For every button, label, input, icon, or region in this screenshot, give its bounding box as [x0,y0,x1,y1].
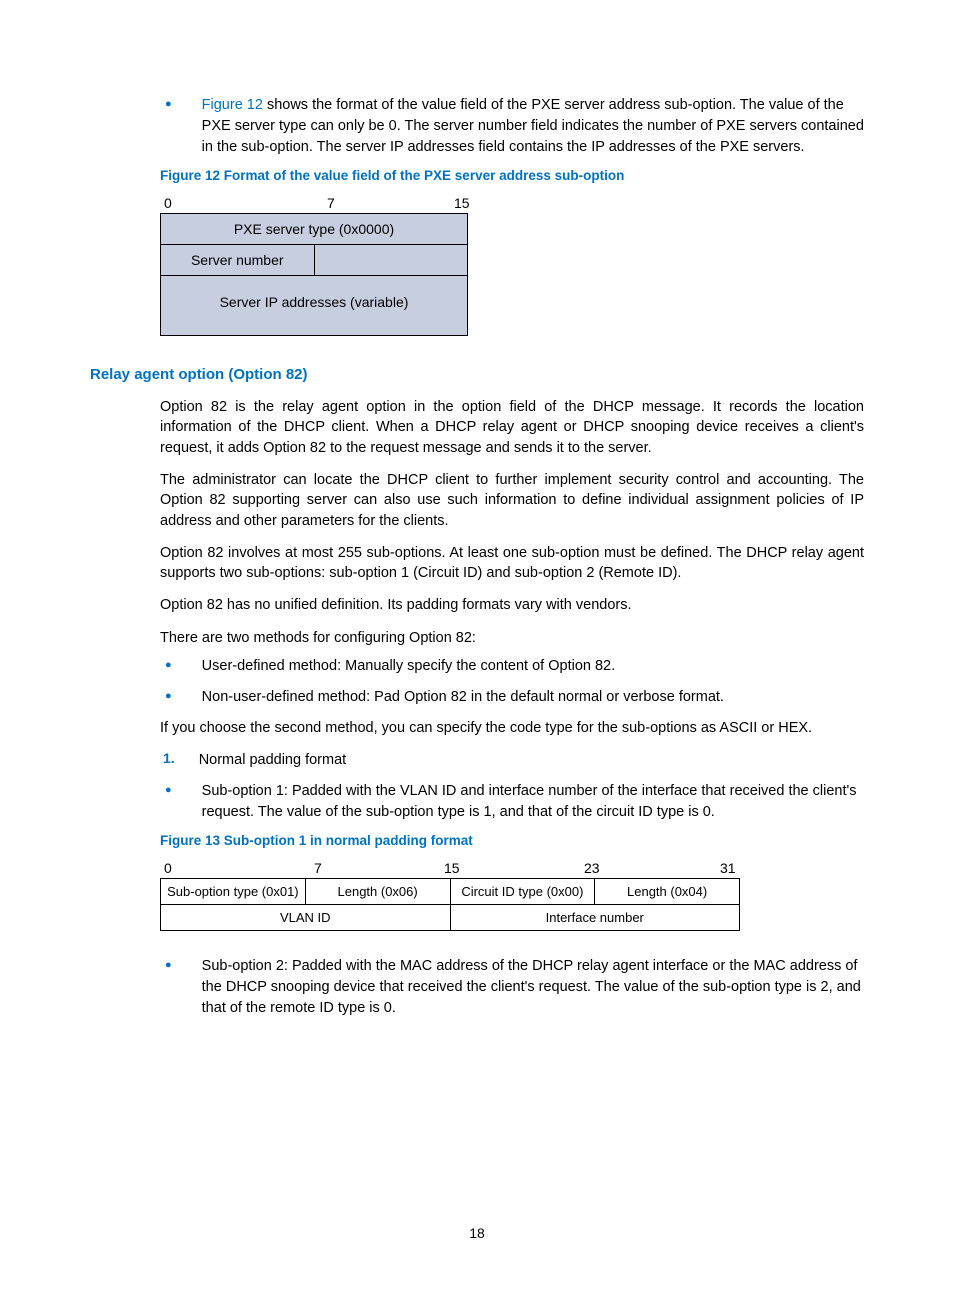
fig13-cell-length06: Length (0x06) [306,879,451,904]
page-number: 18 [0,1225,954,1241]
fig13-cell-length04: Length (0x04) [595,879,739,904]
bullet-icon: ● [165,659,172,677]
fig13-tick-15: 15 [444,860,460,876]
bullet-icon: ● [165,784,172,823]
para-3: Option 82 involves at most 255 sub-optio… [160,543,864,584]
numbered-text: Normal padding format [199,750,864,771]
figure-13-caption: Figure 13 Sub-option 1 in normal padding… [160,833,864,848]
para-after: If you choose the second method, you can… [160,718,864,738]
subopt-1: ● Sub-option 1: Padded with the VLAN ID … [160,781,864,823]
intro-bullet: ● Figure 12 shows the format of the valu… [160,95,864,158]
fig12-row-empty [315,245,468,275]
heading-relay-agent: Relay agent option (Option 82) [90,366,864,383]
method-1-text: User-defined method: Manually specify th… [202,656,864,677]
fig13-cell-interface: Interface number [451,905,740,930]
para-2: The administrator can locate the DHCP cl… [160,470,864,531]
figure-12-diagram: 0 7 15 PXE server type (0x0000) Server n… [160,195,468,336]
fig13-tick-31: 31 [720,860,736,876]
fig12-row-server-number: Server number [161,245,315,275]
figure-12-caption: Figure 12 Format of the value field of t… [160,168,864,183]
para-5: There are two methods for configuring Op… [160,628,864,648]
bullet-icon: ● [165,959,172,1019]
para-1: Option 82 is the relay agent option in t… [160,397,864,458]
fig13-tick-0: 0 [164,860,172,876]
fig13-tick-23: 23 [584,860,600,876]
subopt-1-text: Sub-option 1: Padded with the VLAN ID an… [202,781,864,823]
method-2-text: Non-user-defined method: Pad Option 82 i… [202,687,864,708]
fig13-cell-circuit-type: Circuit ID type (0x00) [451,879,596,904]
figure-13-diagram: 0 7 15 23 31 Sub-option type (0x01) Leng… [160,860,740,931]
fig12-tick-7: 7 [327,195,335,211]
intro-text: Figure 12 shows the format of the value … [202,95,864,158]
method-1: ● User-defined method: Manually specify … [160,656,864,677]
fig13-cell-subopt-type: Sub-option type (0x01) [161,879,306,904]
fig13-cell-vlan: VLAN ID [161,905,451,930]
fig13-tick-7: 7 [314,860,322,876]
method-2: ● Non-user-defined method: Pad Option 82… [160,687,864,708]
figure-12-link[interactable]: Figure 12 [202,97,263,113]
fig12-row-server-ip: Server IP addresses (variable) [161,276,467,335]
bullet-icon: ● [165,690,172,708]
subopt-2-text: Sub-option 2: Padded with the MAC addres… [202,956,864,1019]
fig12-tick-15: 15 [454,195,470,211]
fig12-tick-0: 0 [164,195,172,211]
para-4: Option 82 has no unified definition. Its… [160,595,864,615]
intro-rest: shows the format of the value field of t… [202,97,864,155]
bullet-icon: ● [165,98,172,158]
subopt-2: ● Sub-option 2: Padded with the MAC addr… [160,956,864,1019]
num-label: 1. [163,750,175,771]
fig12-row-pxe-type: PXE server type (0x0000) [161,214,467,245]
numbered-1: 1. Normal padding format [160,750,864,771]
